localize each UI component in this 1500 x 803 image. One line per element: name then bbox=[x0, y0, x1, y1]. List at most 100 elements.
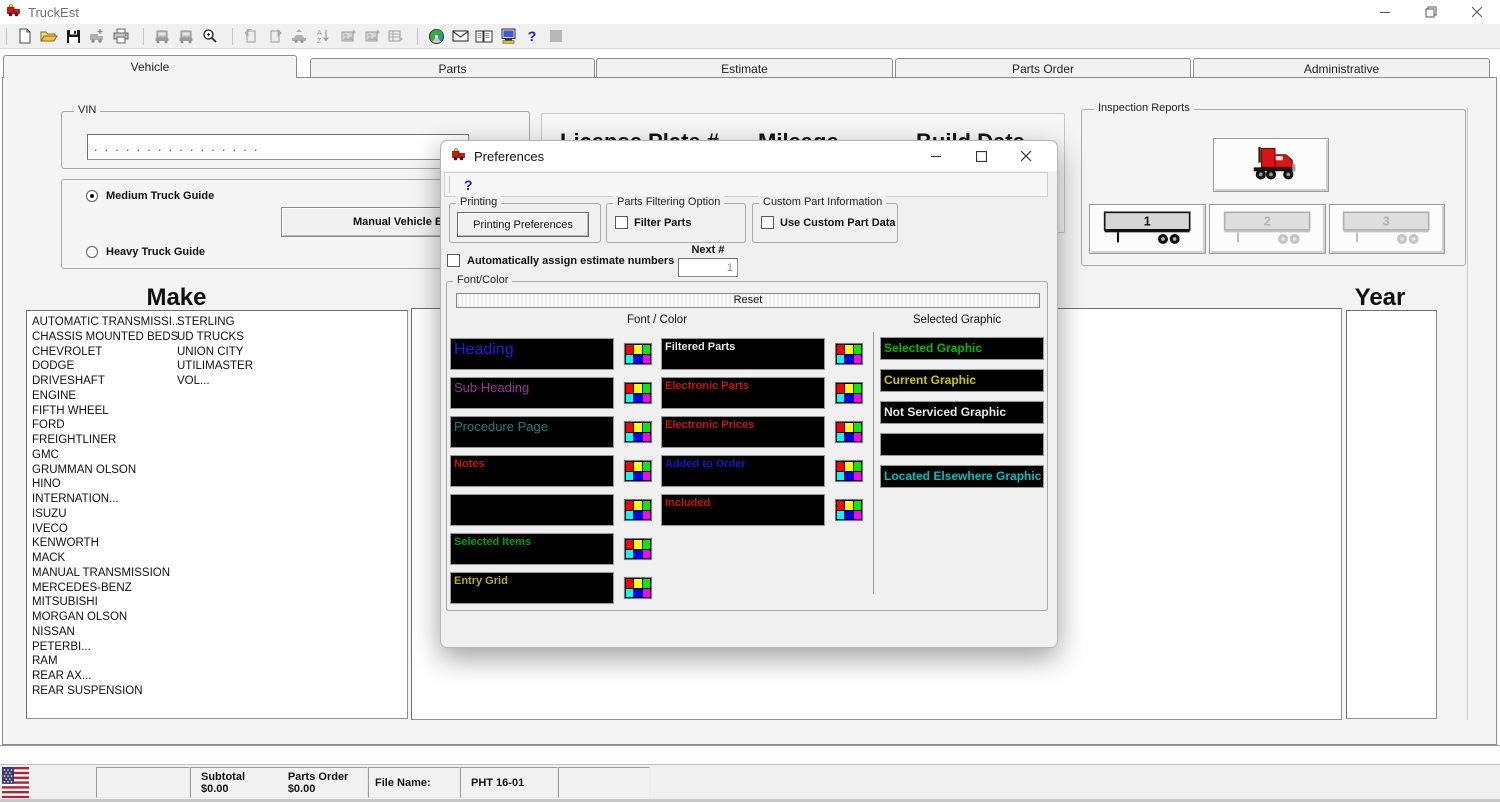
color-palette-button[interactable] bbox=[623, 420, 653, 444]
make-list-item[interactable]: MACK bbox=[32, 551, 182, 566]
font-sample-box[interactable]: Filtered Parts bbox=[661, 338, 825, 370]
save-icon[interactable] bbox=[61, 26, 85, 47]
color-palette-button[interactable] bbox=[623, 459, 653, 483]
image-back-icon[interactable] bbox=[335, 26, 359, 47]
tab-vehicle[interactable]: Vehicle bbox=[3, 55, 297, 78]
font-sample-box[interactable]: Procedure Page bbox=[450, 416, 614, 448]
color-palette-button[interactable] bbox=[623, 498, 653, 522]
auto-assign-option[interactable]: Automatically assign estimate numbers bbox=[447, 254, 674, 267]
dialog-close-button[interactable] bbox=[1004, 141, 1049, 171]
make-list-item[interactable]: FREIGHTLINER bbox=[32, 433, 182, 448]
tab-parts[interactable]: Parts bbox=[310, 58, 595, 78]
help-icon[interactable]: ? bbox=[520, 26, 544, 47]
graphic-sample-box[interactable]: Selected Graphic bbox=[880, 337, 1044, 360]
font-sample-box[interactable]: Sub Heading bbox=[450, 377, 614, 409]
font-sample-box[interactable]: Entry Grid bbox=[450, 572, 614, 604]
make-list-item[interactable]: REAR AX... bbox=[32, 669, 182, 684]
make-list-item[interactable]: STERLING bbox=[177, 315, 253, 330]
make-list-item[interactable]: FIFTH WHEEL bbox=[32, 404, 182, 419]
make-list-item[interactable]: NISSAN bbox=[32, 625, 182, 640]
next-number-input[interactable] bbox=[678, 258, 738, 277]
vehicle-transfer-icon[interactable] bbox=[287, 26, 311, 47]
color-palette-button[interactable] bbox=[834, 381, 864, 405]
font-sample-box[interactable]: Included bbox=[661, 494, 825, 526]
color-palette-button[interactable] bbox=[834, 420, 864, 444]
make-list-item[interactable]: MANUAL TRANSMISSION bbox=[32, 566, 182, 581]
font-sample-box[interactable]: Heading bbox=[450, 338, 614, 370]
email-icon[interactable] bbox=[448, 26, 472, 47]
reset-button[interactable]: Reset bbox=[456, 293, 1040, 308]
make-list-item[interactable]: MORGAN OLSON bbox=[32, 610, 182, 625]
make-list-item[interactable]: INTERNATION... bbox=[32, 492, 182, 507]
font-sample-box[interactable]: Notes bbox=[450, 455, 614, 487]
restore-button[interactable] bbox=[1408, 0, 1454, 24]
page-export-icon[interactable] bbox=[263, 26, 287, 47]
parts-wheel-icon[interactable] bbox=[424, 26, 448, 47]
add-vehicle-icon[interactable] bbox=[85, 26, 109, 47]
dialog-minimize-button[interactable] bbox=[914, 141, 959, 171]
vin-input[interactable] bbox=[87, 134, 469, 160]
auto-assign-checkbox[interactable] bbox=[447, 254, 460, 267]
make-list-item[interactable]: GMC bbox=[32, 448, 182, 463]
make-list-item[interactable]: MITSUBISHI bbox=[32, 595, 182, 610]
make-list-item[interactable]: RAM bbox=[32, 654, 182, 669]
color-palette-button[interactable] bbox=[623, 576, 653, 600]
tab-parts-order[interactable]: Parts Order bbox=[895, 58, 1191, 78]
make-list-item[interactable]: KENWORTH bbox=[32, 536, 182, 551]
computer-icon[interactable] bbox=[496, 26, 520, 47]
trailer-2-inspection-button[interactable]: 2 bbox=[1209, 204, 1326, 254]
color-palette-button[interactable] bbox=[834, 342, 864, 366]
printing-preferences-button[interactable]: Printing Preferences bbox=[457, 212, 589, 237]
make-list-item[interactable]: MERCEDES-BENZ bbox=[32, 581, 182, 596]
make-list-item[interactable]: ISUZU bbox=[32, 507, 182, 522]
heavy-truck-guide-radio[interactable] bbox=[86, 246, 98, 258]
dialog-help-icon[interactable]: ? bbox=[464, 177, 473, 193]
new-document-icon[interactable] bbox=[13, 26, 37, 47]
zoom-icon[interactable] bbox=[198, 26, 222, 47]
make-list-item[interactable]: REAR SUSPENSION bbox=[32, 684, 182, 699]
tractor-inspection-button[interactable] bbox=[1213, 138, 1329, 192]
dialog-maximize-button[interactable] bbox=[959, 141, 1004, 171]
font-sample-box[interactable]: Added to Order bbox=[661, 455, 825, 487]
make-list-item[interactable]: DRIVESHAFT bbox=[32, 374, 182, 389]
font-sample-box[interactable]: Selected Items bbox=[450, 533, 614, 565]
catalog-icon[interactable] bbox=[472, 26, 496, 47]
color-palette-button[interactable] bbox=[623, 537, 653, 561]
make-list-item[interactable]: PETERBI... bbox=[32, 640, 182, 655]
sort-az-icon[interactable]: AZ bbox=[311, 26, 335, 47]
minimize-button[interactable] bbox=[1362, 0, 1408, 24]
image-forward-icon[interactable] bbox=[359, 26, 383, 47]
medium-truck-guide-option[interactable]: Medium Truck Guide bbox=[86, 190, 214, 202]
filter-parts-checkbox[interactable] bbox=[615, 216, 628, 229]
make-list-item[interactable]: AUTOMATIC TRANSMISSI... bbox=[32, 315, 182, 330]
make-list-item[interactable]: UD TRUCKS bbox=[177, 330, 253, 345]
font-sample-box[interactable]: Electronic Prices bbox=[661, 416, 825, 448]
color-palette-button[interactable] bbox=[623, 381, 653, 405]
graphic-sample-box[interactable]: Current Graphic bbox=[880, 369, 1044, 392]
print-icon[interactable] bbox=[109, 26, 133, 47]
close-button[interactable] bbox=[1454, 0, 1500, 24]
font-sample-box[interactable] bbox=[450, 494, 614, 526]
truck-front-icon-2[interactable] bbox=[174, 26, 198, 47]
color-palette-button[interactable] bbox=[623, 342, 653, 366]
font-sample-box[interactable]: Electronic Parts bbox=[661, 377, 825, 409]
make-list-item[interactable]: VOL... bbox=[177, 374, 253, 389]
heavy-truck-guide-option[interactable]: Heavy Truck Guide bbox=[86, 246, 205, 258]
medium-truck-guide-radio[interactable] bbox=[86, 190, 98, 202]
make-list-item[interactable]: UNION CITY bbox=[177, 345, 253, 360]
tab-administrative[interactable]: Administrative bbox=[1193, 58, 1490, 78]
trailer-3-inspection-button[interactable]: 3 bbox=[1329, 204, 1445, 254]
make-list-item[interactable]: GRUMMAN OLSON bbox=[32, 463, 182, 478]
use-custom-part-checkbox[interactable] bbox=[761, 216, 774, 229]
make-list-item[interactable]: HINO bbox=[32, 477, 182, 492]
color-palette-button[interactable] bbox=[834, 459, 864, 483]
trailer-1-inspection-button[interactable]: 1 bbox=[1089, 204, 1206, 254]
graphic-sample-box[interactable] bbox=[880, 433, 1044, 456]
year-list[interactable] bbox=[1346, 310, 1437, 719]
graphic-sample-box[interactable]: Located Elsewhere Graphic bbox=[880, 465, 1044, 488]
make-list-item[interactable]: ENGINE bbox=[32, 389, 182, 404]
grid-update-icon[interactable] bbox=[383, 26, 407, 47]
make-list-item[interactable]: DODGE bbox=[32, 359, 182, 374]
filter-parts-option[interactable]: Filter Parts bbox=[615, 216, 691, 229]
make-list-item[interactable]: UTILIMASTER bbox=[177, 359, 253, 374]
